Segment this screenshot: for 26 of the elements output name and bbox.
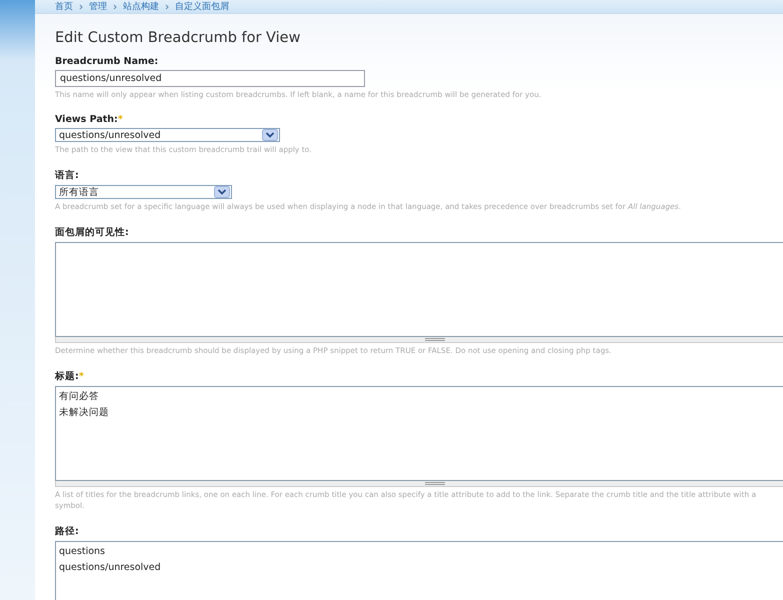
chevron-right-icon	[79, 4, 83, 10]
required-marker: *	[78, 371, 84, 382]
chevron-down-icon	[262, 129, 278, 141]
field-label: 标题:*	[55, 370, 85, 383]
page-title: Edit Custom Breadcrumb for View	[55, 30, 302, 46]
chevron-right-icon	[165, 4, 169, 10]
resize-handle[interactable]	[55, 337, 783, 343]
resize-handle[interactable]	[55, 481, 783, 487]
field-label: 路径:	[55, 525, 80, 538]
field-label: Views Path:*	[55, 114, 124, 125]
breadcrumb-link[interactable]: 站点构建	[123, 0, 159, 13]
field-label: 语言:	[55, 169, 80, 182]
chevron-right-icon	[113, 4, 117, 10]
field-label: Breadcrumb Name:	[55, 56, 160, 67]
dropdown[interactable]: 所有语言	[55, 185, 232, 199]
text-area[interactable]	[55, 242, 783, 337]
breadcrumb-link[interactable]: 管理	[89, 0, 107, 13]
text-area[interactable]: 有问必答 未解决问题	[55, 386, 783, 481]
text-area[interactable]: questions questions/unresolved	[55, 541, 783, 600]
required-marker: *	[118, 114, 123, 125]
chevron-down-icon	[214, 186, 230, 198]
field-label: 面包屑的可见性:	[55, 226, 130, 239]
breadcrumb-link[interactable]: 自定义面包屑	[175, 0, 229, 13]
dropdown[interactable]: questions/unresolved	[55, 128, 280, 142]
breadcrumb-link[interactable]: 首页	[55, 0, 73, 13]
text-field[interactable]: questions/unresolved	[55, 70, 365, 87]
